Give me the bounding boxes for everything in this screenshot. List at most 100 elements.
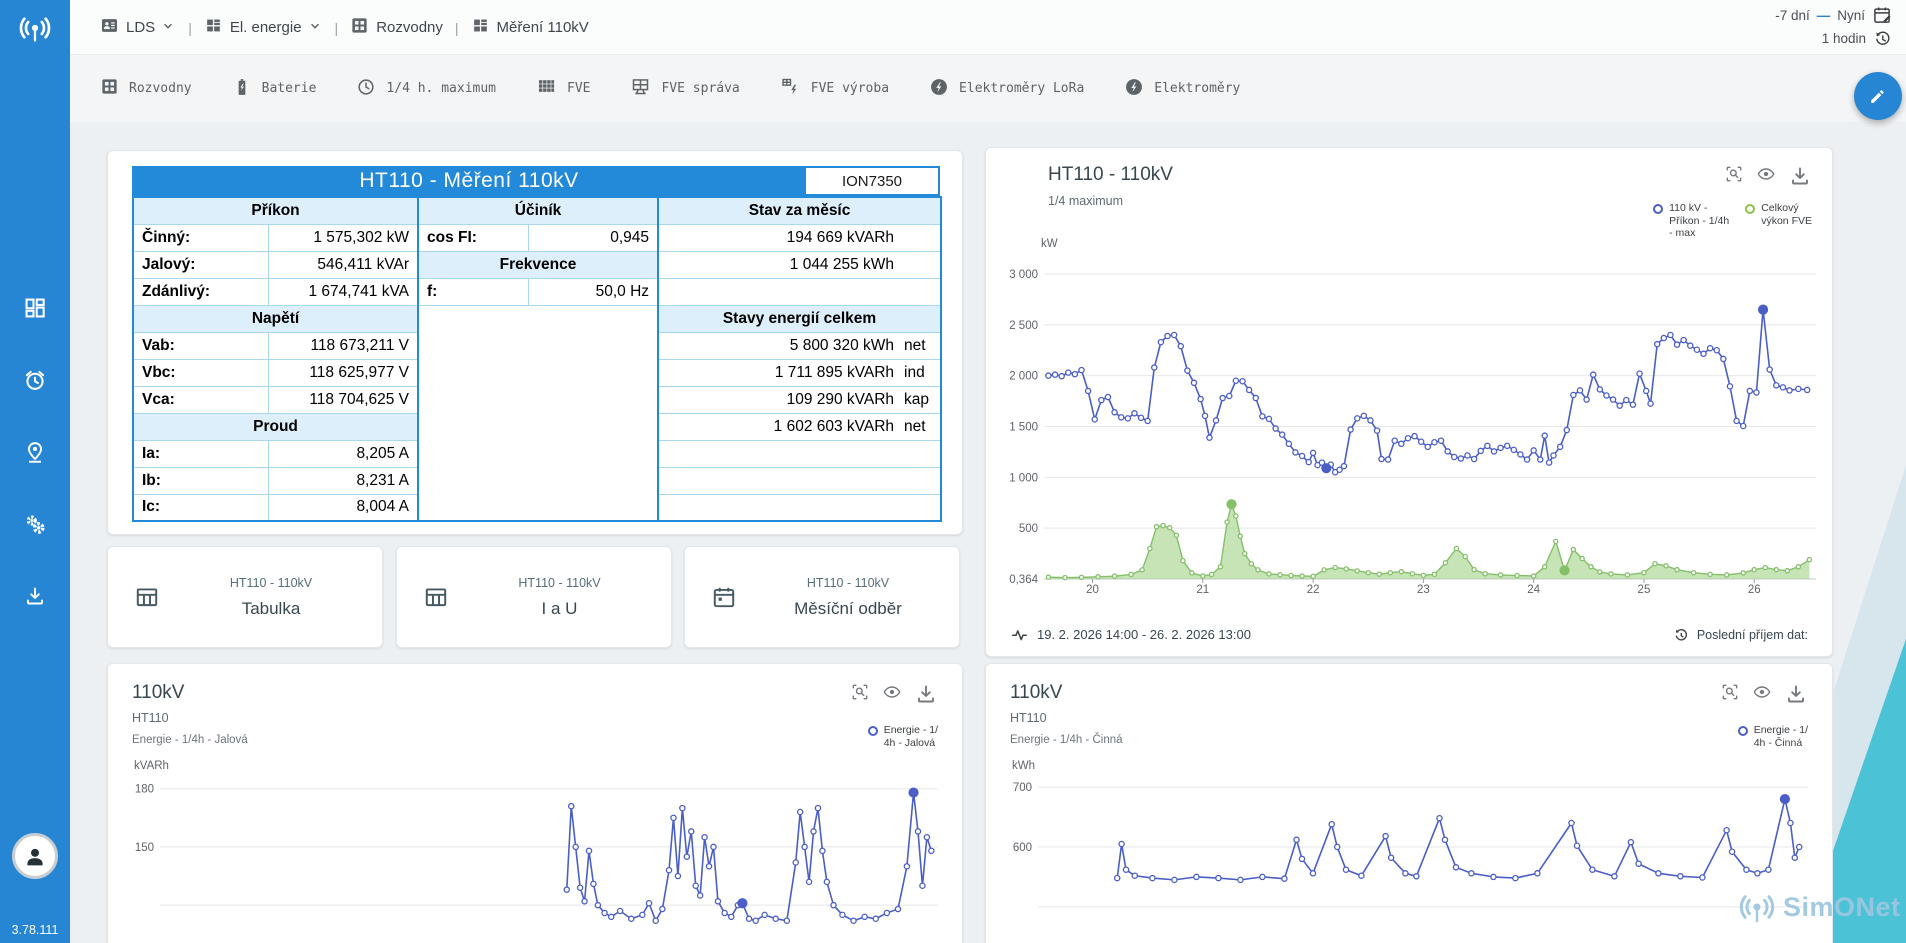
legend-item[interactable]: Celkovývýkon FVE [1745, 202, 1812, 240]
legend-item[interactable]: Energie - 1/4h - Činná [1738, 724, 1808, 749]
table-cell: Příkon [133, 197, 418, 224]
breadcrumb-item-rozvodny[interactable]: Rozvodny [350, 16, 443, 39]
chart-legend: Energie - 1/4h - Jalová [828, 724, 938, 749]
time-controls: -7 dní — Nyní 1 hodin [1775, 5, 1892, 48]
legend-marker-icon [868, 726, 878, 736]
table-row: PříkonÚčiníkStav za měsíc [133, 197, 941, 224]
time-range-control[interactable]: -7 dní — Nyní [1775, 5, 1892, 25]
legend-label: Energie - 1/4h - Činná [1754, 724, 1808, 749]
tab-fve-spr-va[interactable]: FVE správa [630, 76, 739, 101]
table-cell: 8,004 A [268, 494, 418, 521]
tab-label: 1/4 h. maximum [386, 81, 496, 96]
eye-icon[interactable] [1756, 164, 1776, 188]
grid-box-icon [100, 77, 119, 100]
refresh-interval-control[interactable]: 1 hodin [1822, 29, 1892, 48]
table-cell [658, 467, 941, 494]
table-cell: Ib: [133, 467, 268, 494]
main-chart-plot: 3 0002 5002 0001 5001 0005000,3642021222… [986, 244, 1833, 604]
chevron-down-icon [307, 18, 323, 38]
svg-text:1 000: 1 000 [1009, 472, 1038, 484]
y-axis-unit: kVARh [134, 760, 169, 772]
breadcrumb-item-lds[interactable]: LDS [100, 16, 176, 39]
table-icon [423, 584, 449, 610]
tab-label: Elektroměry LoRa [959, 81, 1084, 96]
sidebar-item-download-icon[interactable] [13, 574, 57, 618]
magnify-scan-icon[interactable] [1724, 164, 1744, 188]
legend-item[interactable]: 110 kV -Příkon - 1/4h- max [1653, 202, 1729, 240]
table-cell: Činný: [133, 224, 268, 251]
chart-subtitle: HT110 [1010, 711, 1047, 725]
quick-card-m-s-n-odb-r[interactable]: HT110 - 110kVMěsíční odběr [684, 546, 960, 648]
tab-fve-v-roba[interactable]: FVE výroba [780, 76, 889, 101]
download-icon[interactable] [914, 682, 938, 706]
app-logo[interactable] [0, 0, 70, 55]
magnify-scan-icon[interactable] [850, 682, 870, 706]
sidebar-item-marker-icon[interactable] [13, 430, 57, 474]
table-cell: 1 602 603 kVARhnet [658, 413, 941, 440]
tab-bar: Rozvodny Baterie 1/4 h. maximum FVE FVE sprá… [70, 55, 1906, 122]
device-badge: ION7350 [806, 166, 940, 196]
podcast-icon [18, 11, 52, 45]
edit-fab-button[interactable] [1854, 72, 1902, 120]
table-row: Činný:1 575,302 kWcos FI:0,945194 669 kV… [133, 224, 941, 251]
eye-icon[interactable] [882, 682, 902, 706]
download-icon[interactable] [1788, 164, 1812, 188]
legend-label: Energie - 1/4h - Jalová [884, 724, 938, 749]
table-row: Zdánlivý:1 674,741 kVAf:50,0 Hz [133, 278, 941, 305]
table-cell: Jalový: [133, 251, 268, 278]
table-cell: Vbc: [133, 359, 268, 386]
breadcrumb-label: El. energie [230, 19, 302, 36]
account-icon [21, 842, 49, 870]
flash-circle-icon [929, 77, 949, 101]
tab-elektrom-ry-lora[interactable]: Elektroměry LoRa [929, 77, 1084, 101]
svg-text:150: 150 [135, 842, 154, 854]
tab-elektrom-ry[interactable]: Elektroměry [1124, 77, 1240, 101]
breadcrumb-label: Měření 110kV [497, 19, 589, 36]
tab-fve[interactable]: FVE [536, 76, 590, 101]
quick-card-tabulka[interactable]: HT110 - 110kVTabulka [107, 546, 383, 648]
user-avatar-button[interactable] [12, 833, 58, 879]
svg-text:21: 21 [1196, 584, 1209, 596]
breadcrumb-separator: | [452, 20, 462, 36]
tab-label: FVE správa [661, 81, 739, 96]
table-cell: cos FI: [418, 224, 528, 251]
tab-1-4-h-maximum[interactable]: 1/4 h. maximum [356, 77, 496, 101]
tab-label: Elektroměry [1154, 81, 1240, 96]
grid-box-icon [350, 16, 369, 39]
jalova-chart-plot: 180150 [108, 782, 963, 943]
table-icon [134, 584, 160, 610]
breadcrumb-label: LDS [126, 19, 155, 36]
svg-text:23: 23 [1417, 584, 1430, 596]
sidebar-item-alarm-icon[interactable] [13, 358, 57, 402]
svg-text:2 000: 2 000 [1009, 371, 1038, 383]
breadcrumb-item-el-energie[interactable]: El. energie [204, 16, 323, 39]
sidebar: 3.78.111 [0, 0, 70, 943]
eye-icon[interactable] [1752, 682, 1772, 706]
table-row: NapětíStavy energií celkem [133, 305, 941, 332]
sidebar-item-cogs-icon[interactable] [13, 502, 57, 546]
quick-card-i-a-u[interactable]: HT110 - 110kVI a U [396, 546, 672, 648]
pencil-icon [1867, 85, 1889, 107]
tab-label: Rozvodny [129, 81, 192, 96]
table-cell: 194 669 kVARh [658, 224, 941, 251]
table-cell [418, 305, 658, 521]
sidebar-item-dashboard-icon[interactable] [13, 286, 57, 330]
table-cell: 1 711 895 kVARhind [658, 359, 941, 386]
svg-text:1 500: 1 500 [1009, 422, 1038, 434]
tab-rozvodny[interactable]: Rozvodny [100, 77, 192, 100]
legend-item[interactable]: Energie - 1/4h - Jalová [868, 724, 938, 749]
table-cell: 109 290 kVARhkap [658, 386, 941, 413]
y-axis-unit: kWh [1012, 760, 1035, 772]
table-cell: 118 704,625 V [268, 386, 418, 413]
breadcrumb-item-m-en-110kv[interactable]: Měření 110kV [471, 16, 589, 39]
background-decor [1833, 400, 1906, 943]
magnify-scan-icon[interactable] [1720, 682, 1740, 706]
quick-card-label: Tabulka [242, 599, 301, 619]
clock-icon [356, 77, 376, 101]
download-icon[interactable] [1784, 682, 1808, 706]
chart-legend: Energie - 1/4h - Činná [1698, 724, 1808, 749]
tab-baterie[interactable]: Baterie [232, 77, 317, 101]
svg-text:700: 700 [1013, 782, 1032, 794]
table-title: HT110 - Měření 110kV [132, 166, 806, 196]
date-range: 19. 2. 2026 14:00 - 26. 2. 2026 13:00 [1010, 625, 1251, 644]
